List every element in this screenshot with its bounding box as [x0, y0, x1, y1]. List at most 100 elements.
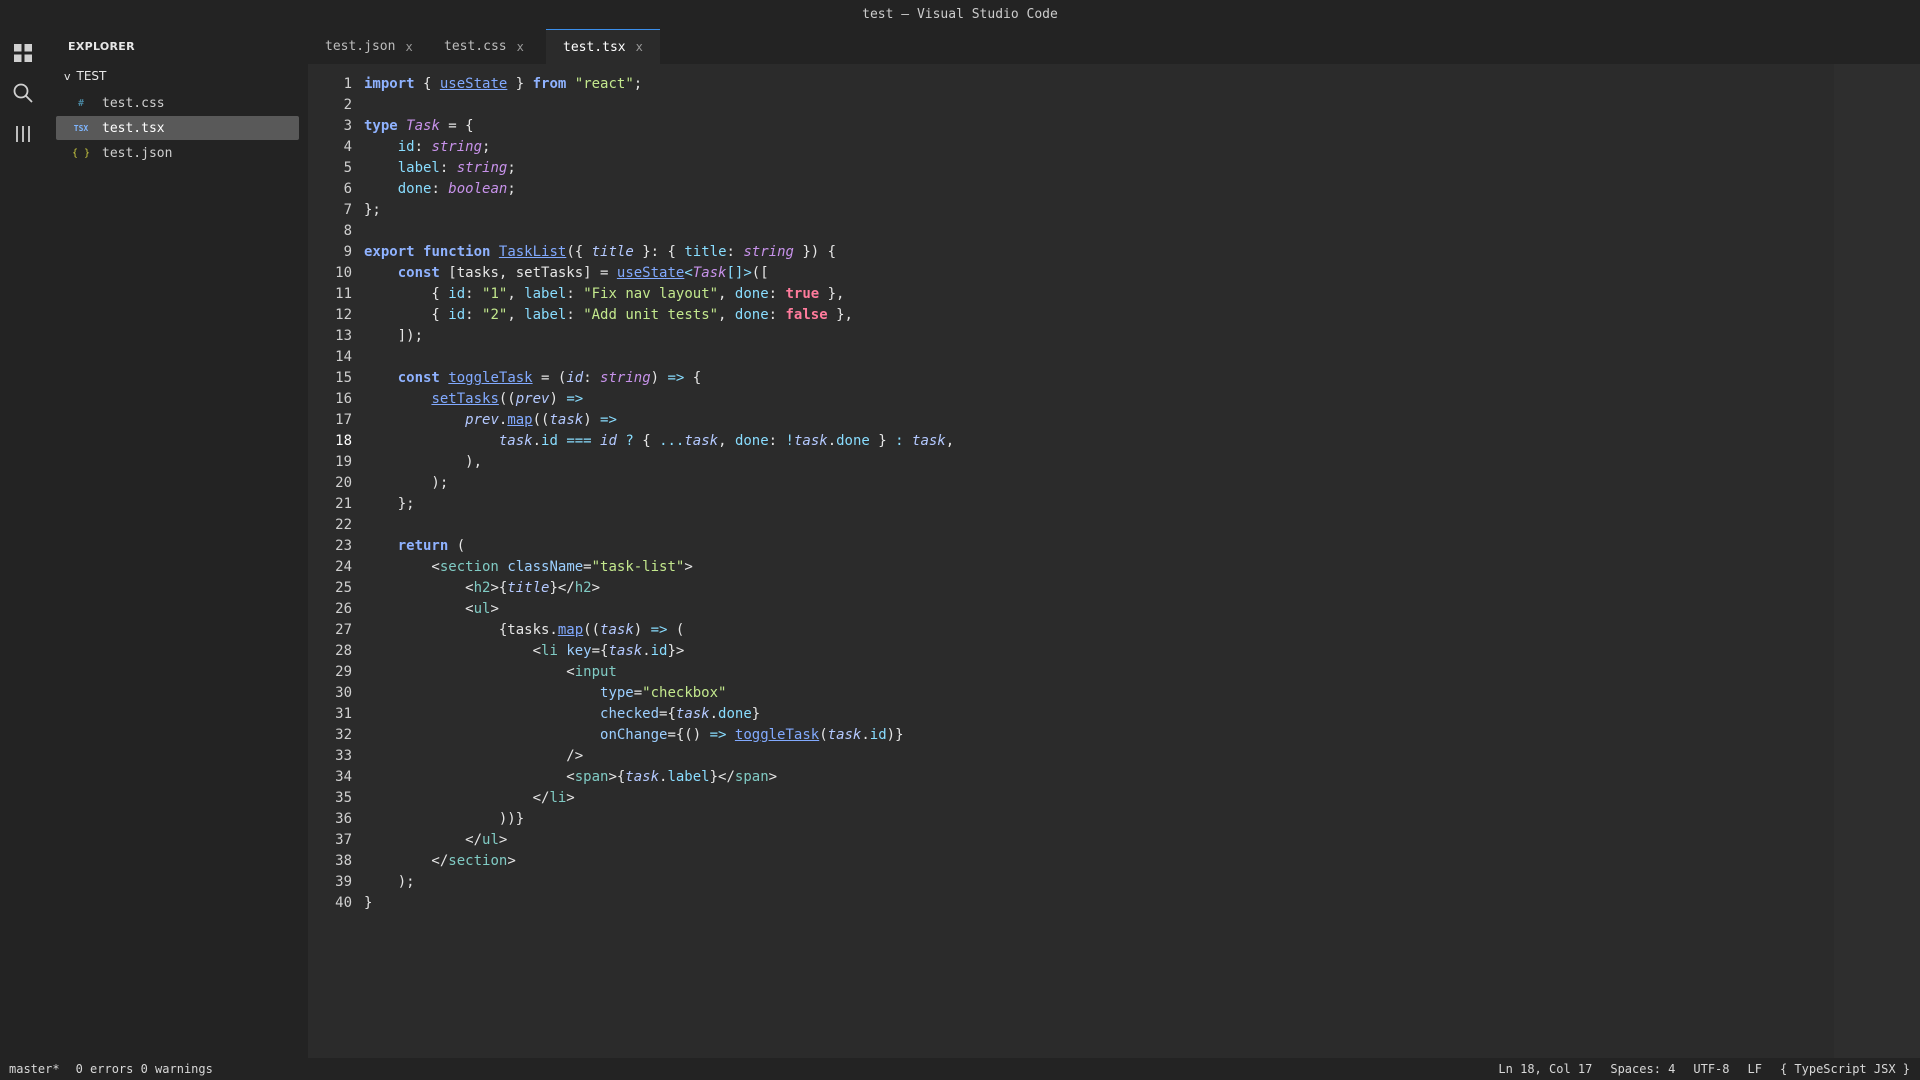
folder-test[interactable]: v TEST	[64, 69, 106, 83]
close-icon[interactable]: x	[636, 40, 643, 54]
code-line[interactable]: );	[364, 872, 954, 893]
code-line[interactable]: <input	[364, 662, 954, 683]
tab-test-tsx[interactable]: test.tsx x	[546, 29, 660, 64]
code-line[interactable]: </section>	[364, 851, 954, 872]
code-line[interactable]: ))}	[364, 809, 954, 830]
code-token: ===	[566, 433, 592, 449]
tab-test-json[interactable]: test.json x	[308, 29, 430, 64]
code-token: task	[549, 412, 584, 428]
code-token: return	[397, 538, 449, 554]
code-line[interactable]: };	[364, 494, 954, 515]
code-token: ]);	[364, 328, 424, 344]
code-line[interactable]: </ul>	[364, 830, 954, 851]
code-token: (	[448, 538, 466, 554]
sidebar-file-test-json[interactable]: { } test.json	[56, 141, 299, 165]
close-icon[interactable]: x	[405, 40, 412, 54]
code-editor[interactable]: 1 2 3 4 5 6 7 8 9 10 11 12 13 14 15 16 17 18 19 20 21 22 23 24 2…	[308, 64, 1920, 1058]
code-content[interactable]: import { useState } from "react"; type T…	[364, 74, 954, 914]
code-line[interactable]: setTasks((prev) =>	[364, 389, 954, 410]
tab-test-css[interactable]: test.css x	[427, 29, 541, 64]
code-token: )	[583, 412, 601, 428]
editor-scrollbar[interactable]	[1834, 64, 1920, 1058]
css-file-icon: #	[77, 97, 85, 109]
code-line[interactable]: { id: "1", label: "Fix nav layout", done…	[364, 284, 954, 305]
code-line[interactable]: import { useState } from "react";	[364, 74, 954, 95]
code-token: </	[364, 853, 449, 869]
problems-status[interactable]: 0 errors 0 warnings	[76, 1062, 213, 1076]
code-token: prev	[515, 391, 550, 407]
code-line[interactable]: checked={task.done}	[364, 704, 954, 725]
close-icon[interactable]: x	[517, 40, 524, 54]
code-line[interactable]: { id: "2", label: "Add unit tests", done…	[364, 305, 954, 326]
code-line[interactable]: ),	[364, 452, 954, 473]
code-line[interactable]: type Task = {	[364, 116, 954, 137]
code-token: done	[734, 286, 769, 302]
code-token: ((	[583, 622, 601, 638]
code-token: )	[633, 622, 651, 638]
search-icon[interactable]	[11, 81, 35, 105]
code-line[interactable]: />	[364, 746, 954, 767]
code-line[interactable]: <span>{task.label}</span>	[364, 767, 954, 788]
code-line[interactable]: type="checkbox"	[364, 683, 954, 704]
indentation[interactable]: Spaces: 4	[1610, 1062, 1675, 1076]
code-line[interactable]: ]);	[364, 326, 954, 347]
folder-label: TEST	[76, 69, 107, 83]
code-line[interactable]: <ul>	[364, 599, 954, 620]
explorer-icon[interactable]	[11, 41, 35, 65]
end-of-line[interactable]: LF	[1748, 1062, 1762, 1076]
code-token: "1"	[482, 286, 508, 302]
code-line[interactable]: <li key={task.id}>	[364, 641, 954, 662]
code-line[interactable]	[364, 95, 954, 116]
tsx-file-icon: TSX	[73, 123, 89, 133]
code-line[interactable]	[364, 347, 954, 368]
code-token: task	[498, 433, 533, 449]
code-token: []>	[726, 265, 752, 281]
code-token: .	[642, 643, 651, 659]
code-line[interactable]: );	[364, 473, 954, 494]
code-token: id	[541, 433, 558, 449]
git-branch[interactable]: master*	[9, 1062, 60, 1076]
code-token: section	[448, 853, 508, 869]
code-token: >	[768, 769, 778, 785]
line-number: 15	[335, 370, 352, 386]
code-line[interactable]: return (	[364, 536, 954, 557]
tab-label: test.tsx	[563, 39, 626, 55]
encoding[interactable]: UTF-8	[1693, 1062, 1729, 1076]
code-token: title	[507, 580, 550, 596]
code-token: }	[751, 706, 761, 722]
code-token: ul	[473, 601, 491, 617]
code-line[interactable]: onChange={() => toggleTask(task.id)}	[364, 725, 954, 746]
code-token: };	[364, 496, 415, 512]
sidebar-file-test-tsx[interactable]: TSX test.tsx	[56, 116, 299, 140]
explorer-title: EXPLORER	[68, 40, 135, 53]
code-line[interactable]: done: boolean;	[364, 179, 954, 200]
code-line[interactable]: }	[364, 893, 954, 914]
code-line[interactable]: label: string;	[364, 158, 954, 179]
code-line[interactable]: export function TaskList({ title }: { ti…	[364, 242, 954, 263]
code-line[interactable]: task.id === id ? { ...task, done: !task.…	[364, 431, 954, 452]
line-number: 2	[343, 97, 352, 113]
code-line[interactable]: {tasks.map((task) => (	[364, 620, 954, 641]
code-line[interactable]: const [tasks, setTasks] = useState<Task[…	[364, 263, 954, 284]
code-line[interactable]: <h2>{title}</h2>	[364, 578, 954, 599]
code-line[interactable]: id: string;	[364, 137, 954, 158]
code-line[interactable]: </li>	[364, 788, 954, 809]
code-line[interactable]	[364, 515, 954, 536]
extensions-icon[interactable]	[11, 122, 35, 146]
code-line[interactable]: };	[364, 200, 954, 221]
sidebar-file-test-css[interactable]: # test.css	[56, 91, 299, 115]
cursor-position[interactable]: Ln 18, Col 17	[1498, 1062, 1592, 1076]
code-line[interactable]: const toggleTask = (id: string) => {	[364, 368, 954, 389]
code-line[interactable]: <section className="task-list">	[364, 557, 954, 578]
language-mode[interactable]: { TypeScript JSX }	[1780, 1062, 1910, 1076]
code-token: label	[524, 307, 567, 323]
code-line[interactable]	[364, 221, 954, 242]
code-token: ...	[659, 433, 685, 449]
code-token: :	[566, 307, 584, 323]
code-line[interactable]: prev.map((task) =>	[364, 410, 954, 431]
code-token: ,	[718, 286, 735, 302]
